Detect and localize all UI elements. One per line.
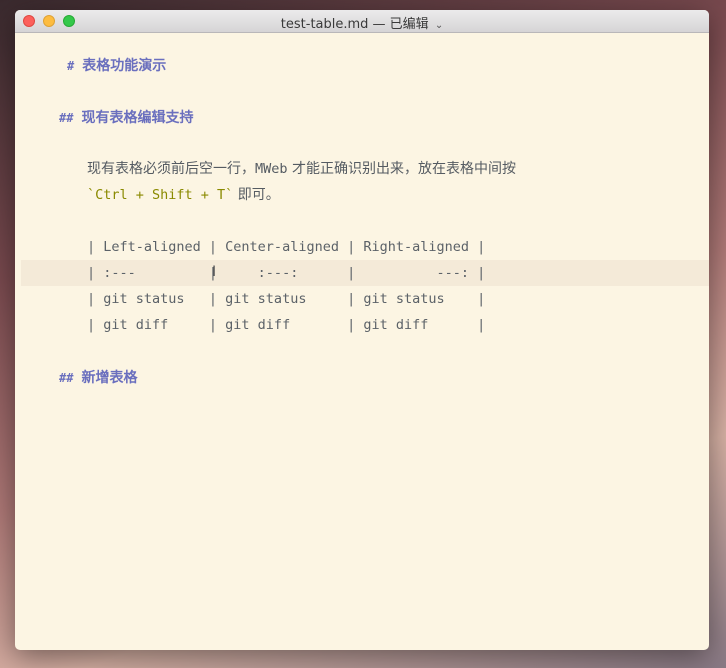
editor-window: test-table.md — 已编辑 ⌄ # 表格功能演示 ## 现有表格编辑支持… xyxy=(15,10,709,650)
heading-1: # 表格功能演示 xyxy=(67,55,166,75)
mweb-text: MWeb xyxy=(255,161,288,177)
paragraph-text-3: 即可。 xyxy=(233,187,280,203)
heading-2-existing-marker: ## xyxy=(59,111,74,125)
window-title-text: test-table.md — 已编辑 xyxy=(280,17,429,32)
inline-code-shortcut: `Ctrl + Shift + T` xyxy=(87,187,234,203)
table-line-row-2: | git diff | git diff | git diff | xyxy=(87,317,486,333)
heading-1-marker: # xyxy=(67,59,75,73)
heading-2-existing: ## 现有表格编辑支持 xyxy=(59,107,193,127)
heading-2-existing-text: 现有表格编辑支持 xyxy=(81,110,194,126)
heading-1-text: 表格功能演示 xyxy=(82,58,167,74)
title-bar[interactable]: test-table.md — 已编辑 ⌄ xyxy=(15,10,709,33)
heading-2-new: ## 新增表格 xyxy=(59,367,137,387)
table-line-header: | Left-aligned | Center-aligned | Right-… xyxy=(87,239,486,255)
paragraph-text-1: 现有表格必须前后空一行， xyxy=(87,161,255,177)
table-line-row-1: | git status | git status | git status | xyxy=(87,291,486,307)
window-title[interactable]: test-table.md — 已编辑 ⌄ xyxy=(15,13,709,32)
markdown-editor[interactable]: # 表格功能演示 ## 现有表格编辑支持 现有表格必须前后空一行，MWeb 才能正确… xyxy=(15,33,709,650)
heading-2-new-text: 新增表格 xyxy=(81,370,138,386)
text-cursor-icon: I xyxy=(212,264,217,280)
paragraph-line-1: 现有表格必须前后空一行，MWeb 才能正确识别出来，放在表格中间按 xyxy=(87,156,516,182)
heading-2-new-marker: ## xyxy=(59,371,74,385)
chevron-down-icon[interactable]: ⌄ xyxy=(435,20,443,31)
paragraph-line-2: `Ctrl + Shift + T` 即可。 xyxy=(87,182,516,208)
paragraph-text-2: 才能正确识别出来，放在表格中间按 xyxy=(287,161,516,177)
paragraph: 现有表格必须前后空一行，MWeb 才能正确识别出来，放在表格中间按 `Ctrl … xyxy=(87,156,516,208)
table-line-alignment: | :--- | :---: | ---: | xyxy=(21,260,709,286)
